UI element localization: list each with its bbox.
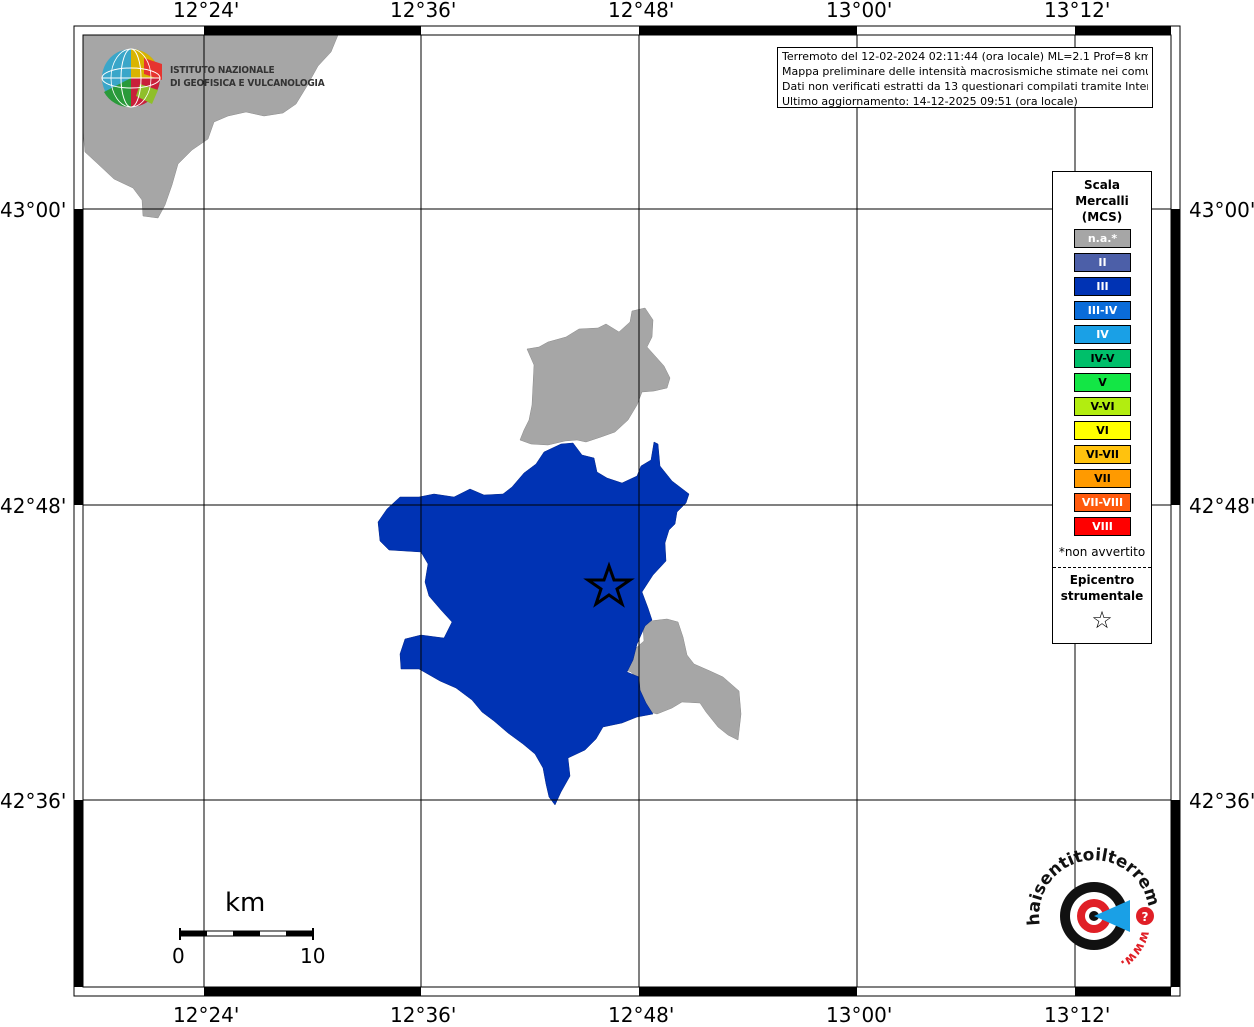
legend-item: III bbox=[1074, 277, 1131, 296]
legend-title: Scala Mercalli (MCS) bbox=[1053, 177, 1151, 225]
lat-label-right: 42°36' bbox=[1189, 789, 1254, 813]
legend-title-line-2: Mercalli bbox=[1075, 194, 1129, 208]
legend-item: II bbox=[1074, 253, 1131, 272]
lon-label-top: 13°12' bbox=[1044, 0, 1111, 22]
legend-item: V-VI bbox=[1074, 397, 1131, 416]
legend-epicenter-line-2: strumentale bbox=[1060, 589, 1144, 603]
legend-item: n.a.* bbox=[1074, 229, 1131, 248]
lon-label-bottom: 13°12' bbox=[1044, 1003, 1111, 1027]
legend-item: VII-VIII bbox=[1074, 493, 1131, 512]
legend-item: VII bbox=[1074, 469, 1131, 488]
lon-label-bottom: 13°00' bbox=[826, 1003, 893, 1027]
ingv-line-2: DI GEOFISICA E VULCANOLOGIA bbox=[170, 78, 325, 89]
legend-item: VI bbox=[1074, 421, 1131, 440]
legend-title-line-1: Scala bbox=[1083, 178, 1121, 192]
lat-label-right: 42°48' bbox=[1189, 494, 1254, 518]
legend-epicenter-label: Epicentro strumentale bbox=[1053, 572, 1151, 604]
ingv-line-1: ISTITUTO NAZIONALE bbox=[170, 65, 275, 76]
info-line-2: Mappa preliminare delle intensità macros… bbox=[782, 65, 1148, 78]
scale-unit: km bbox=[225, 888, 266, 918]
legend-item: VI-VII bbox=[1074, 445, 1131, 464]
event-info-box: Terremoto del 12-02-2024 02:11:44 (ora l… bbox=[777, 47, 1153, 108]
legend-item: III-IV bbox=[1074, 301, 1131, 320]
lat-label-right: 43°00' bbox=[1189, 198, 1254, 222]
legend-item: IV bbox=[1074, 325, 1131, 344]
info-line-3: Dati non verificati estratti da 13 quest… bbox=[782, 80, 1148, 93]
lat-label-left: 43°00' bbox=[0, 198, 67, 222]
legend-note: *non avvertito bbox=[1058, 545, 1146, 559]
lon-label-bottom: 12°36' bbox=[390, 1003, 457, 1027]
legend-item: V bbox=[1074, 373, 1131, 392]
ingv-logo-text: ISTITUTO NAZIONALE DI GEOFISICA E VULCAN… bbox=[170, 64, 325, 90]
info-line-4: Ultimo aggiornamento: 14-12-2025 09:51 (… bbox=[782, 95, 1078, 108]
mcs-legend: Scala Mercalli (MCS) n.a.* II III III-IV IV I… bbox=[1052, 171, 1152, 644]
lat-label-left: 42°48' bbox=[0, 494, 67, 518]
lon-label-top: 12°24' bbox=[173, 0, 240, 22]
info-line-1: Terremoto del 12-02-2024 02:11:44 (ora l… bbox=[782, 50, 1148, 63]
lon-label-top: 12°48' bbox=[608, 0, 675, 22]
lon-label-bottom: 12°24' bbox=[173, 1003, 240, 1027]
scale-max: 10 bbox=[300, 944, 326, 968]
legend-item: IV-V bbox=[1074, 349, 1131, 368]
lon-label-top: 13°00' bbox=[826, 0, 893, 22]
legend-star-icon: ☆ bbox=[1091, 606, 1113, 634]
lon-label-top: 12°36' bbox=[390, 0, 457, 22]
legend-separator bbox=[1053, 567, 1151, 568]
legend-item: VIII bbox=[1074, 517, 1131, 536]
svg-text:?: ? bbox=[1142, 910, 1149, 924]
lon-label-bottom: 12°48' bbox=[608, 1003, 675, 1027]
legend-title-line-3: (MCS) bbox=[1081, 210, 1123, 224]
scale-min: 0 bbox=[172, 944, 185, 968]
legend-epicenter-line-1: Epicentro bbox=[1069, 573, 1135, 587]
lat-label-left: 42°36' bbox=[0, 789, 67, 813]
